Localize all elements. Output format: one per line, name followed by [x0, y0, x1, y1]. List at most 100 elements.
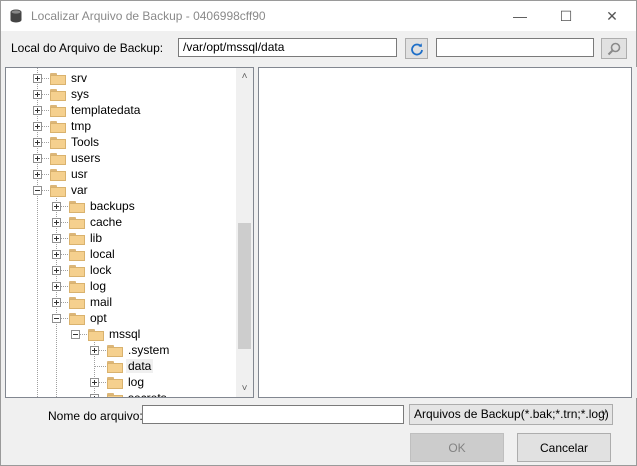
- tree-item[interactable]: lock: [6, 262, 235, 278]
- file-type-select[interactable]: Arquivos de Backup(*.bak;*.trn;*.log) ˅: [409, 404, 613, 425]
- tree-item-label: lib: [90, 231, 103, 245]
- tree-item[interactable]: log: [6, 278, 235, 294]
- folder-icon: [50, 121, 66, 133]
- folder-icon: [107, 345, 123, 357]
- backup-path-input[interactable]: /var/opt/mssql/data: [178, 38, 397, 57]
- window-edge: [632, 67, 637, 398]
- folder-icon: [107, 393, 123, 397]
- tree-item[interactable]: backups: [6, 198, 235, 214]
- expand-icon[interactable]: [33, 74, 42, 83]
- scroll-up-button[interactable]: ˄: [236, 68, 253, 85]
- folder-icon: [50, 185, 66, 197]
- database-icon: [10, 9, 22, 23]
- tree-item[interactable]: srv: [6, 70, 235, 86]
- tree-item-label: users: [71, 151, 101, 165]
- search-icon: [607, 42, 621, 55]
- tree-item-label: mail: [90, 295, 113, 309]
- tree-item[interactable]: var: [6, 182, 235, 198]
- tree-item-label: tmp: [71, 119, 92, 133]
- folder-tree[interactable]: srv sys templatedata tmp Tools users usr var bac…: [5, 67, 254, 398]
- scroll-down-button[interactable]: ˅: [236, 380, 253, 397]
- folder-icon: [107, 361, 123, 373]
- tree-item-label: log: [90, 279, 107, 293]
- expand-icon[interactable]: [90, 394, 99, 397]
- tree-item-label: secrets: [126, 391, 169, 397]
- tree-item[interactable]: cache: [6, 214, 235, 230]
- tree-connector: [94, 366, 106, 367]
- search-button[interactable]: [601, 38, 627, 59]
- chevron-up-icon: ˄: [241, 71, 248, 82]
- backup-location-label: Local do Arquivo de Backup:: [11, 41, 164, 55]
- expand-icon[interactable]: [90, 378, 99, 387]
- collapse-icon[interactable]: [33, 186, 42, 195]
- tree-item-label: mssql: [109, 327, 141, 341]
- folder-icon: [69, 233, 85, 245]
- minimize-icon: —: [513, 8, 527, 24]
- backup-file-dialog: Localizar Arquivo de Backup - 0406998cff…: [0, 0, 637, 466]
- tree-item-label: srv: [71, 71, 87, 85]
- file-list[interactable]: [258, 67, 632, 398]
- folder-icon: [50, 105, 66, 117]
- tree-item-label: lock: [90, 263, 112, 277]
- expand-icon[interactable]: [33, 154, 42, 163]
- tree-item[interactable]: mssql: [6, 326, 235, 342]
- tree-item[interactable]: lib: [6, 230, 235, 246]
- close-button[interactable]: ✕: [589, 1, 635, 31]
- expand-icon[interactable]: [33, 106, 42, 115]
- tree-item-label: data: [126, 359, 154, 373]
- expand-icon[interactable]: [52, 282, 61, 291]
- refresh-button[interactable]: [405, 38, 428, 59]
- expand-icon[interactable]: [33, 170, 42, 179]
- collapse-icon[interactable]: [71, 330, 80, 339]
- tree-item[interactable]: usr: [6, 166, 235, 182]
- maximize-icon: ☐: [559, 7, 573, 24]
- search-input[interactable]: [436, 38, 594, 57]
- refresh-icon: [410, 42, 423, 55]
- title-bar: Localizar Arquivo de Backup - 0406998cff…: [1, 1, 636, 31]
- scroll-thumb[interactable]: [238, 223, 251, 349]
- tree-item-label: log: [128, 375, 145, 389]
- tree-item[interactable]: opt: [6, 310, 235, 326]
- window-title: Localizar Arquivo de Backup - 0406998cff…: [31, 9, 266, 23]
- tree-item[interactable]: sys: [6, 86, 235, 102]
- expand-icon[interactable]: [33, 90, 42, 99]
- tree-item[interactable]: data: [6, 358, 235, 374]
- filename-label: Nome do arquivo:: [48, 409, 143, 423]
- tree-item[interactable]: secrets: [6, 390, 235, 397]
- folder-icon: [50, 153, 66, 165]
- tree-item[interactable]: tmp: [6, 118, 235, 134]
- expand-icon[interactable]: [52, 250, 61, 259]
- tree-item[interactable]: .system: [6, 342, 235, 358]
- maximize-button[interactable]: ☐: [543, 1, 589, 31]
- ok-button[interactable]: OK: [410, 433, 504, 462]
- expand-icon[interactable]: [33, 122, 42, 131]
- chevron-down-icon: ˅: [601, 408, 607, 419]
- folder-icon: [50, 169, 66, 181]
- tree-item[interactable]: log: [6, 374, 235, 390]
- filename-input[interactable]: [142, 405, 404, 424]
- collapse-icon[interactable]: [52, 314, 61, 323]
- cancel-button[interactable]: Cancelar: [517, 433, 611, 462]
- expand-icon[interactable]: [52, 218, 61, 227]
- expand-icon[interactable]: [52, 298, 61, 307]
- tree-item[interactable]: users: [6, 150, 235, 166]
- folder-icon: [69, 201, 85, 213]
- tree-item-label: sys: [71, 87, 89, 101]
- tree-scrollbar[interactable]: ˄ ˅: [236, 68, 253, 397]
- expand-icon[interactable]: [52, 202, 61, 211]
- chevron-down-icon: ˅: [241, 383, 248, 394]
- tree-item[interactable]: mail: [6, 294, 235, 310]
- expand-icon[interactable]: [33, 138, 42, 147]
- tree-item[interactable]: local: [6, 246, 235, 262]
- minimize-button[interactable]: —: [497, 1, 543, 31]
- folder-icon: [107, 377, 123, 389]
- tree-item[interactable]: Tools: [6, 134, 235, 150]
- tree-item-label: templatedata: [71, 103, 141, 117]
- expand-icon[interactable]: [90, 346, 99, 355]
- folder-icon: [50, 73, 66, 85]
- close-icon: ✕: [606, 7, 618, 24]
- tree-item[interactable]: templatedata: [6, 102, 235, 118]
- expand-icon[interactable]: [52, 266, 61, 275]
- expand-icon[interactable]: [52, 234, 61, 243]
- folder-icon: [69, 313, 85, 325]
